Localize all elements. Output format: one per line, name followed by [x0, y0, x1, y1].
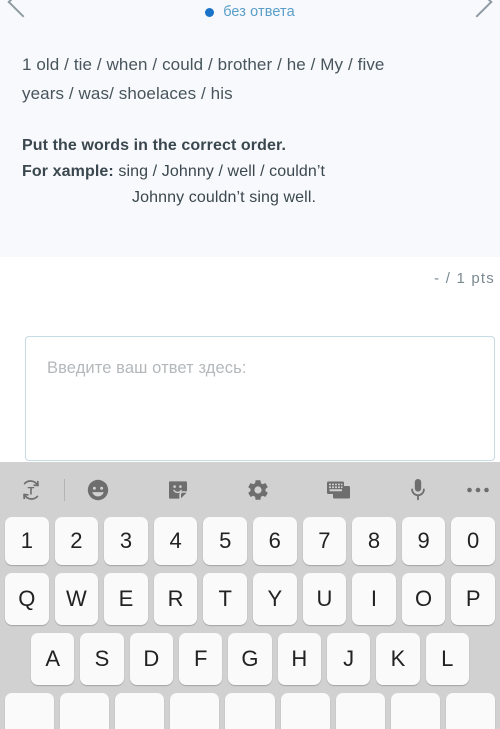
- status-badge: без ответа: [0, 4, 500, 20]
- gear-icon[interactable]: [241, 473, 275, 507]
- key-k[interactable]: K: [376, 633, 420, 685]
- key-4[interactable]: 4: [153, 517, 198, 565]
- key-partial-2[interactable]: [60, 693, 110, 729]
- key-partial-9[interactable]: [445, 693, 495, 729]
- emoji-icon[interactable]: [81, 473, 115, 507]
- qwerty-row: Q W E R T Y U I O P: [5, 573, 495, 625]
- key-o[interactable]: O: [401, 573, 446, 625]
- instructions-title: Put the words in the correct order.: [22, 137, 286, 154]
- instructions-example-words: sing / Johnny / well / couldn’t: [113, 163, 326, 180]
- translate-icon[interactable]: T: [14, 473, 48, 507]
- key-f[interactable]: F: [179, 633, 223, 685]
- instructions-example-answer: Johnny couldn’t sing well.: [132, 189, 317, 206]
- key-2[interactable]: 2: [54, 517, 99, 565]
- key-r[interactable]: R: [153, 573, 198, 625]
- key-l[interactable]: L: [425, 633, 469, 685]
- key-partial-1[interactable]: [5, 693, 55, 729]
- number-row: 1 2 3 4 5 6 7 8 9 0: [5, 517, 495, 565]
- key-s[interactable]: S: [80, 633, 124, 685]
- key-partial-8[interactable]: [390, 693, 440, 729]
- key-w[interactable]: W: [54, 573, 99, 625]
- instructions-block: Put the words in the correct order. For …: [22, 133, 478, 211]
- question-line-2: years / was/ shoelaces / his: [22, 84, 233, 103]
- status-dot-icon: [205, 7, 215, 17]
- key-p[interactable]: P: [451, 573, 495, 625]
- key-5[interactable]: 5: [203, 517, 247, 565]
- svg-text:T: T: [28, 485, 35, 497]
- key-8[interactable]: 8: [352, 517, 396, 565]
- zxcv-row-partial: [5, 693, 495, 729]
- status-label: без ответа: [223, 4, 295, 20]
- sticker-icon[interactable]: [161, 473, 195, 507]
- on-screen-keyboard: T 1 2 3 4 5 6 7 8 9 0 Q W E R T Y U I O …: [0, 462, 500, 729]
- question-text: 1 old / tie / when / could / brother / h…: [22, 50, 478, 108]
- keyboard-key-rows: 1 2 3 4 5 6 7 8 9 0 Q W E R T Y U I O P …: [0, 517, 500, 729]
- keyboard-switch-icon[interactable]: [321, 473, 355, 507]
- key-e[interactable]: E: [104, 573, 148, 625]
- asdf-row: A S D F G H J K L: [5, 633, 495, 685]
- key-u[interactable]: U: [302, 573, 347, 625]
- key-partial-5[interactable]: [225, 693, 275, 729]
- key-h[interactable]: H: [277, 633, 321, 685]
- points-indicator: - / 1 pts: [434, 270, 495, 287]
- question-card: без ответа 1 old / tie / when / could / …: [0, 0, 500, 257]
- toolbar-divider: [64, 478, 65, 501]
- more-options-icon[interactable]: [461, 473, 495, 507]
- quiz-screen: без ответа 1 old / tie / when / could / …: [0, 0, 500, 729]
- instructions-example: For xample: sing / Johnny / well / could…: [22, 159, 478, 185]
- microphone-icon[interactable]: [401, 473, 435, 507]
- key-a[interactable]: A: [31, 633, 75, 685]
- key-t[interactable]: T: [203, 573, 247, 625]
- key-i[interactable]: I: [352, 573, 396, 625]
- key-j[interactable]: J: [326, 633, 371, 685]
- key-6[interactable]: 6: [253, 517, 297, 565]
- question-line-1: 1 old / tie / when / could / brother / h…: [22, 55, 385, 74]
- key-9[interactable]: 9: [401, 517, 446, 565]
- key-partial-7[interactable]: [335, 693, 385, 729]
- key-y[interactable]: Y: [253, 573, 297, 625]
- key-d[interactable]: D: [129, 633, 173, 685]
- key-0[interactable]: 0: [451, 517, 495, 565]
- keyboard-toolbar: T: [0, 462, 500, 517]
- key-partial-4[interactable]: [170, 693, 220, 729]
- key-3[interactable]: 3: [104, 517, 148, 565]
- key-partial-3[interactable]: [115, 693, 165, 729]
- answer-placeholder: Введите ваш ответ здесь:: [47, 359, 247, 377]
- key-g[interactable]: G: [228, 633, 272, 685]
- key-1[interactable]: 1: [5, 517, 49, 565]
- key-partial-6[interactable]: [280, 693, 330, 729]
- key-q[interactable]: Q: [5, 573, 49, 625]
- answer-input[interactable]: Введите ваш ответ здесь:: [25, 336, 495, 461]
- instructions-example-label: For xample:: [22, 163, 114, 180]
- key-7[interactable]: 7: [302, 517, 347, 565]
